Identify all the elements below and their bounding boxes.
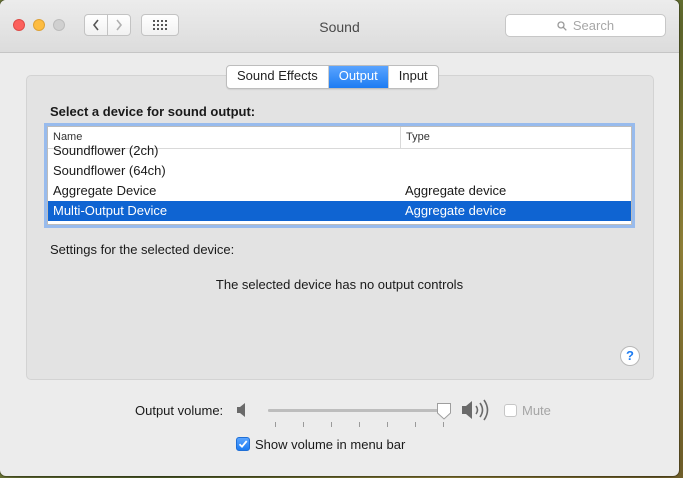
volume-tick: [303, 422, 304, 427]
search-icon: [557, 20, 567, 31]
mute-label: Mute: [522, 403, 551, 418]
volume-slider-fill: [268, 409, 445, 412]
tab-sound-effects[interactable]: Sound Effects: [227, 66, 329, 88]
speaker-low-icon: [237, 403, 245, 417]
volume-tick: [387, 422, 388, 427]
device-table[interactable]: Name Type Soundflower (2ch) Soundflower …: [47, 126, 632, 225]
checkmark-icon: [238, 440, 248, 449]
volume-slider-thumb[interactable]: [436, 402, 452, 420]
search-field[interactable]: Search: [505, 14, 666, 37]
section-title: Select a device for sound output:: [50, 104, 256, 119]
sound-preferences-window: Sound Search Sound Effects Output Input …: [0, 0, 679, 476]
volume-tick: [275, 422, 276, 427]
device-type: [400, 149, 405, 161]
table-row[interactable]: Soundflower (2ch): [48, 143, 631, 161]
title-bar: Sound Search: [0, 0, 679, 53]
search-placeholder: Search: [572, 18, 615, 33]
table-row[interactable]: Soundflower (64ch): [48, 161, 631, 181]
output-volume-label: Output volume:: [135, 403, 224, 418]
device-type: Aggregate device: [405, 203, 507, 218]
tab-bar: Sound Effects Output Input: [226, 65, 439, 89]
help-button[interactable]: ?: [620, 346, 640, 366]
volume-tick: [359, 422, 360, 427]
device-type: Aggregate device: [405, 183, 507, 198]
speaker-high-icon: [462, 399, 489, 421]
device-type: [400, 161, 405, 181]
show-volume-in-menu-bar-label: Show volume in menu bar: [255, 437, 406, 452]
device-name: Multi-Output Device: [53, 203, 168, 218]
volume-slider-track[interactable]: [268, 409, 448, 412]
settings-label: Settings for the selected device:: [50, 242, 235, 257]
content-panel: [26, 75, 654, 380]
mute-checkbox[interactable]: [504, 404, 517, 417]
device-name: Soundflower (2ch): [53, 143, 159, 158]
volume-tick: [415, 422, 416, 427]
device-name: Soundflower (64ch): [53, 163, 166, 178]
show-volume-in-menu-bar-checkbox[interactable]: [236, 437, 250, 451]
no-controls-message: The selected device has no output contro…: [215, 277, 464, 292]
tab-output[interactable]: Output: [328, 66, 389, 88]
column-header-type[interactable]: Type: [401, 127, 430, 148]
volume-tick: [331, 422, 332, 427]
device-name: Aggregate Device: [53, 183, 157, 198]
table-row-selected[interactable]: Multi-Output Device Aggregate device: [48, 201, 631, 221]
table-row[interactable]: Aggregate Device Aggregate device: [48, 181, 631, 201]
volume-tick: [443, 422, 444, 427]
tab-input[interactable]: Input: [389, 66, 438, 88]
